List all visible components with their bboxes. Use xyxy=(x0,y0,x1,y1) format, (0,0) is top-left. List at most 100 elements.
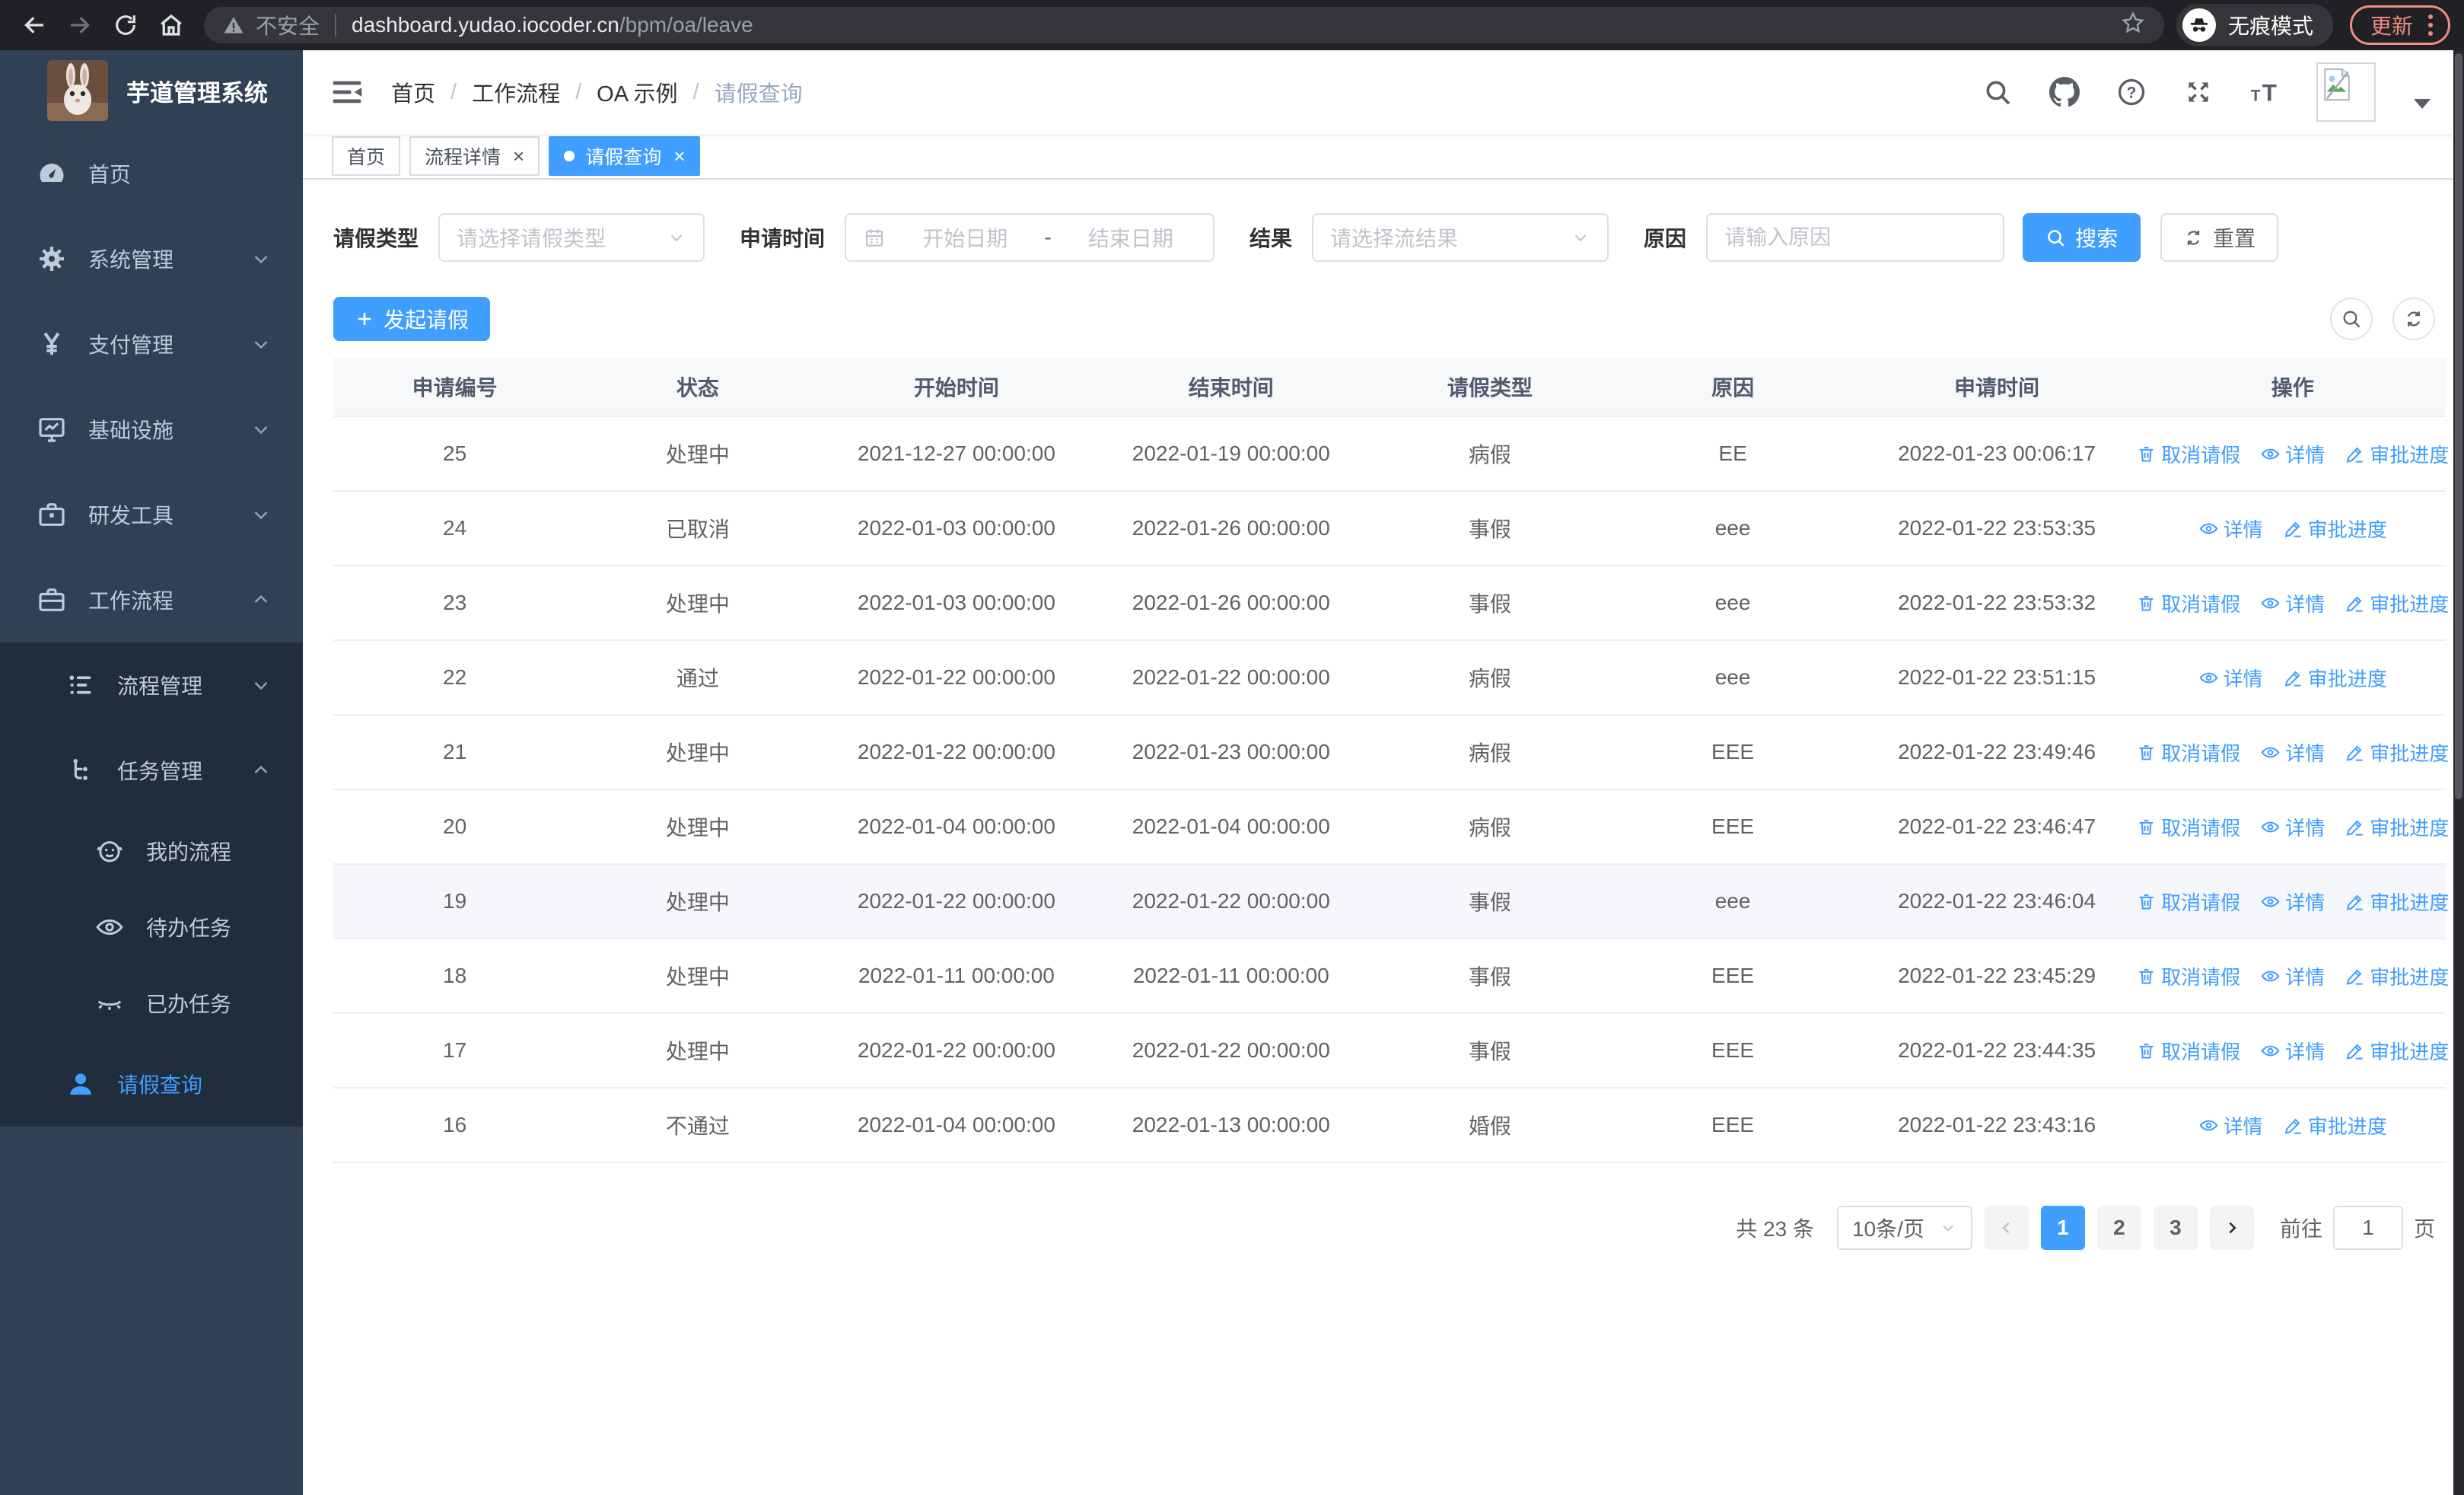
end-date-placeholder[interactable]: 结束日期 xyxy=(1065,222,1196,253)
action-detail[interactable]: 详情 xyxy=(2260,1037,2325,1065)
page-button-2[interactable]: 2 xyxy=(2096,1206,2141,1250)
page-size-select[interactable]: 10条/页 xyxy=(1836,1206,1972,1250)
sidebar-collapse-icon[interactable] xyxy=(330,75,364,109)
cell-leave-type: 事假 xyxy=(1468,518,1511,541)
table-row: 17 处理中 2022-01-22 00:00:00 2022-01-22 00:00… xyxy=(333,1012,2449,1087)
browser-home-icon[interactable] xyxy=(151,5,192,46)
create-leave-button[interactable]: 发起请假 xyxy=(333,297,491,341)
pen-icon xyxy=(2284,671,2301,687)
action-cancel[interactable]: 取消请假 xyxy=(2136,888,2240,916)
sidebar-item-done-tasks[interactable]: 已办任务 xyxy=(0,965,303,1041)
leave-type-label: 请假类型 xyxy=(333,227,419,250)
action-progress[interactable]: 审批进度 xyxy=(2283,1111,2387,1140)
start-date-placeholder[interactable]: 开始日期 xyxy=(899,222,1030,253)
action-cancel[interactable]: 取消请假 xyxy=(2136,813,2240,841)
leave-type-select[interactable]: 请选择请假类型 xyxy=(438,213,705,262)
scrollbar-thumb[interactable] xyxy=(2455,53,2462,799)
result-select[interactable]: 请选择流结果 xyxy=(1312,213,1609,262)
browser-forward-icon[interactable] xyxy=(59,5,100,46)
action-detail[interactable]: 详情 xyxy=(2260,589,2325,617)
action-cancel[interactable]: 取消请假 xyxy=(2136,962,2240,990)
close-icon[interactable]: × xyxy=(673,146,685,166)
refresh-table-button[interactable] xyxy=(2392,298,2435,340)
fullscreen-icon[interactable] xyxy=(2182,76,2214,108)
sidebar-item-leave-query[interactable]: 请假查询 xyxy=(0,1041,303,1127)
action-detail[interactable]: 详情 xyxy=(2198,664,2263,692)
action-detail[interactable]: 详情 xyxy=(2260,888,2325,916)
action-progress[interactable]: 审批进度 xyxy=(2345,962,2449,990)
font-size-icon[interactable]: TT xyxy=(2249,76,2281,108)
sidebar-item-payment[interactable]: 支付管理 xyxy=(0,301,303,387)
action-cancel[interactable]: 取消请假 xyxy=(2136,440,2240,468)
tab-process-detail[interactable]: 流程详情 × xyxy=(409,136,540,176)
action-detail[interactable]: 详情 xyxy=(2260,738,2325,767)
breadcrumb-home[interactable]: 首页 xyxy=(391,76,435,108)
toggle-search-button[interactable] xyxy=(2330,298,2373,340)
security-label[interactable]: 不安全 xyxy=(256,10,320,40)
action-progress[interactable]: 审批进度 xyxy=(2345,1037,2449,1065)
sidebar-item-infra[interactable]: 基础设施 xyxy=(0,387,303,472)
search-icon[interactable] xyxy=(1982,76,2014,108)
cell-end-time: 2022-01-26 00:00:00 xyxy=(1132,591,1330,614)
page-button-3[interactable]: 3 xyxy=(2153,1206,2198,1250)
table-row: 19 处理中 2022-01-22 00:00:00 2022-01-22 00:00… xyxy=(333,863,2449,938)
reason-input[interactable] xyxy=(1706,213,2005,262)
pen-icon xyxy=(2284,1118,2301,1134)
browser-update-button[interactable]: 更新 xyxy=(2349,5,2450,45)
sidebar-item-process-mgmt[interactable]: 流程管理 xyxy=(0,642,303,728)
toolbox-icon xyxy=(35,498,68,531)
page-button-1[interactable]: 1 xyxy=(2040,1206,2085,1250)
action-detail[interactable]: 详情 xyxy=(2260,813,2325,841)
next-page-button[interactable] xyxy=(2209,1206,2254,1250)
tab-home[interactable]: 首页 xyxy=(332,136,401,176)
action-detail[interactable]: 详情 xyxy=(2198,1111,2263,1140)
action-progress[interactable]: 审批进度 xyxy=(2345,440,2449,468)
breadcrumb-workflow[interactable]: 工作流程 xyxy=(472,76,560,108)
update-label[interactable]: 更新 xyxy=(2370,10,2413,40)
action-detail[interactable]: 详情 xyxy=(2198,515,2263,543)
help-icon[interactable]: ? xyxy=(2115,76,2147,108)
sidebar-item-home[interactable]: 首页 xyxy=(0,131,303,216)
cell-actions: 取消请假 详情 审批进度 xyxy=(2136,1037,2449,1065)
action-detail[interactable]: 详情 xyxy=(2260,440,2325,468)
cell-leave-type: 事假 xyxy=(1468,891,1511,914)
action-progress[interactable]: 审批进度 xyxy=(2345,738,2449,767)
apply-time-range-picker[interactable]: 开始日期 - 结束日期 xyxy=(845,213,1215,262)
cell-leave-type: 婚假 xyxy=(1468,1114,1511,1138)
action-progress[interactable]: 审批进度 xyxy=(2345,813,2449,841)
action-cancel[interactable]: 取消请假 xyxy=(2136,1037,2240,1065)
breadcrumb-oa-example[interactable]: OA 示例 xyxy=(597,76,677,108)
sidebar-item-devtools[interactable]: 研发工具 xyxy=(0,472,303,557)
action-progress[interactable]: 审批进度 xyxy=(2283,664,2387,692)
avatar-caret-icon[interactable] xyxy=(2414,98,2431,109)
action-progress[interactable]: 审批进度 xyxy=(2345,589,2449,617)
action-progress[interactable]: 审批进度 xyxy=(2283,515,2387,543)
browser-reload-icon[interactable] xyxy=(105,5,146,46)
action-cancel[interactable]: 取消请假 xyxy=(2136,589,2240,617)
bookmark-star-icon[interactable] xyxy=(2120,10,2146,41)
cell-leave-type: 病假 xyxy=(1468,667,1511,690)
sidebar-item-workflow[interactable]: 工作流程 xyxy=(0,557,303,642)
page-scrollbar[interactable] xyxy=(2453,50,2464,1495)
reason-label: 原因 xyxy=(1644,227,1687,250)
trash-icon xyxy=(2139,894,2154,910)
action-progress[interactable]: 审批进度 xyxy=(2345,888,2449,916)
sidebar-item-system[interactable]: 系统管理 xyxy=(0,216,303,301)
sidebar-item-todo-tasks[interactable]: 待办任务 xyxy=(0,889,303,965)
trash-icon xyxy=(2139,446,2154,462)
action-detail[interactable]: 详情 xyxy=(2260,962,2325,990)
close-icon[interactable]: × xyxy=(513,146,524,166)
action-cancel[interactable]: 取消请假 xyxy=(2136,738,2240,767)
prev-page-button[interactable] xyxy=(1984,1206,2029,1250)
browser-menu-icon[interactable] xyxy=(2428,14,2433,36)
sidebar-item-task-mgmt[interactable]: 任务管理 xyxy=(0,728,303,813)
github-icon[interactable] xyxy=(2049,76,2080,108)
reset-button[interactable]: 重置 xyxy=(2160,213,2279,262)
tab-leave-query[interactable]: 请假查询 × xyxy=(549,136,701,176)
browser-back-icon[interactable] xyxy=(14,5,55,46)
address-bar[interactable]: 不安全 dashboard.yudao.iocoder.cn/bpm/oa/le… xyxy=(204,7,2164,43)
goto-page-input[interactable] xyxy=(2332,1206,2403,1250)
search-button[interactable]: 搜索 xyxy=(2023,213,2141,262)
avatar[interactable] xyxy=(2316,62,2376,122)
sidebar-item-my-process[interactable]: 我的流程 xyxy=(0,813,303,889)
